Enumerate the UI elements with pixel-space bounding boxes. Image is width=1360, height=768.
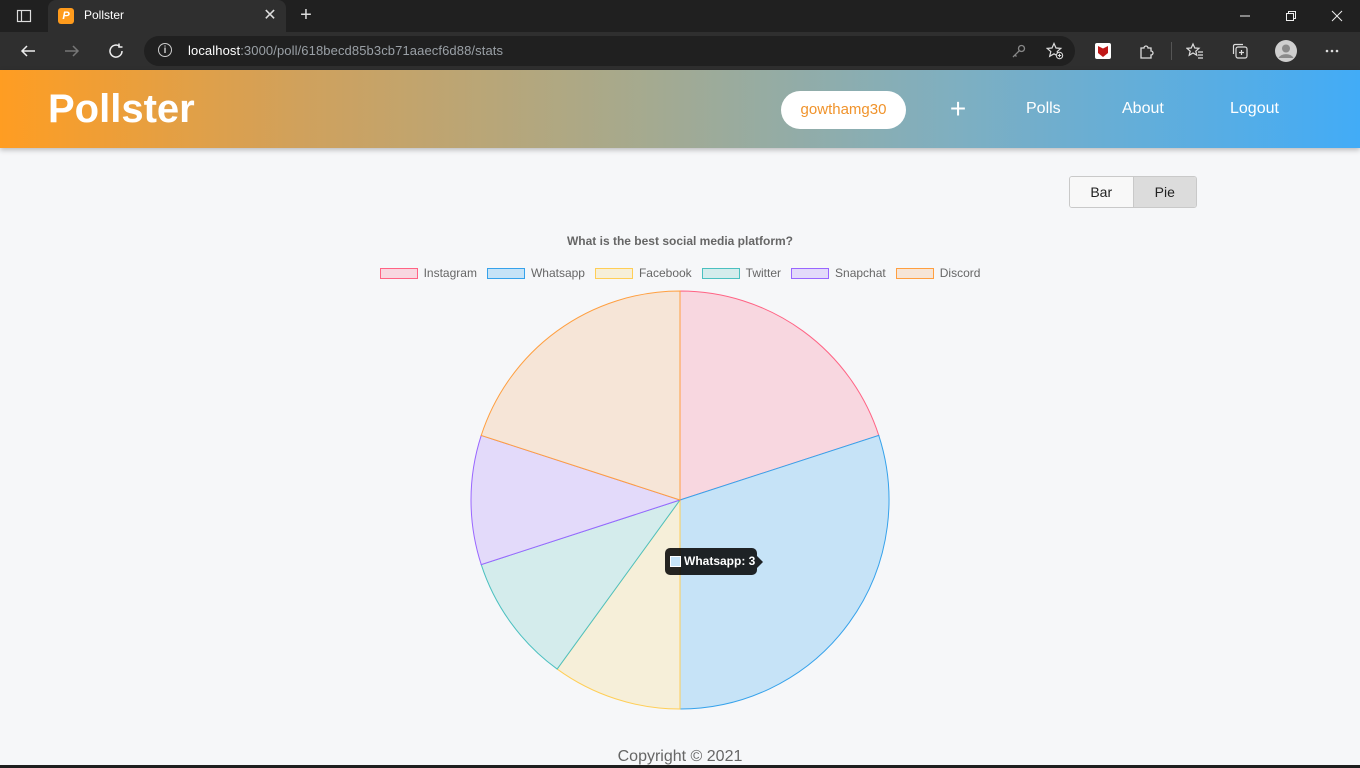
legend-item-discord[interactable]: Discord	[895, 266, 981, 280]
tooltip-swatch	[670, 556, 681, 567]
tab-close-icon[interactable]: ✕	[260, 6, 280, 26]
add-favorite-icon[interactable]	[1045, 41, 1065, 61]
collections-icon[interactable]	[1228, 39, 1252, 63]
more-options-icon[interactable]	[1320, 39, 1344, 63]
pie-chart[interactable]	[460, 280, 900, 720]
bar-chart-button[interactable]: Bar	[1070, 177, 1134, 207]
restore-icon[interactable]	[1268, 0, 1314, 32]
chart-legend: Instagram Whatsapp Facebook Twitter Snapchat…	[0, 266, 1360, 280]
chart-tooltip: Whatsapp: 3	[665, 548, 763, 575]
legend-swatch	[791, 267, 830, 279]
user-profile-button[interactable]: gowthamg30	[781, 91, 906, 129]
legend-swatch	[594, 267, 633, 279]
legend-label: Snapchat	[835, 266, 886, 280]
app-header: Pollster gowthamg30 + Polls About Logout	[0, 70, 1360, 148]
legend-label: Facebook	[638, 266, 692, 280]
extensions-icon[interactable]	[1135, 39, 1159, 63]
legend-swatch	[486, 267, 525, 279]
nav-polls-link[interactable]: Polls	[1026, 100, 1061, 118]
tooltip-text: Whatsapp: 3	[684, 554, 756, 568]
close-window-icon[interactable]	[1314, 0, 1360, 32]
nav-logout-link[interactable]: Logout	[1230, 100, 1279, 118]
mcafee-extension-icon[interactable]	[1091, 39, 1115, 63]
back-icon[interactable]	[14, 37, 42, 65]
forward-icon[interactable]	[58, 37, 86, 65]
pollster-favicon-icon: P	[58, 8, 74, 24]
footer-copyright: Copyright © 2021	[617, 748, 743, 765]
key-icon[interactable]	[1009, 41, 1029, 61]
legend-item-instagram[interactable]: Instagram	[379, 266, 477, 280]
pie-chart-button[interactable]: Pie	[1133, 177, 1196, 207]
legend-label: Twitter	[745, 266, 782, 280]
refresh-icon[interactable]	[102, 37, 130, 65]
new-tab-icon[interactable]: +	[294, 4, 318, 28]
tab-title: Pollster	[84, 8, 125, 22]
legend-swatch	[701, 267, 740, 279]
tooltip-arrow	[757, 556, 763, 568]
address-bar[interactable]: i localhost:3000/poll/618becd85b3cb71aae…	[144, 36, 1075, 66]
legend-swatch	[379, 267, 418, 279]
tab-actions-icon[interactable]	[8, 4, 40, 28]
legend-item-facebook[interactable]: Facebook	[594, 266, 692, 280]
url-text[interactable]: localhost:3000/poll/618becd85b3cb71aaecf…	[188, 43, 503, 58]
minimize-icon[interactable]	[1222, 0, 1268, 32]
nav-about-link[interactable]: About	[1122, 100, 1164, 118]
chart-type-toggle: Bar Pie	[1069, 176, 1197, 208]
profile-avatar-icon[interactable]	[1274, 39, 1298, 63]
legend-label: Discord	[939, 266, 981, 280]
legend-label: Instagram	[423, 266, 477, 280]
favorites-icon[interactable]	[1183, 39, 1207, 63]
create-poll-plus-icon[interactable]: +	[944, 92, 972, 126]
browser-toolbar: i localhost:3000/poll/618becd85b3cb71aae…	[0, 32, 1360, 70]
legend-swatch	[895, 267, 934, 279]
browser-titlebar: P Pollster ✕ +	[0, 0, 1360, 32]
legend-label: Whatsapp	[530, 266, 585, 280]
brand-logo[interactable]: Pollster	[48, 87, 195, 132]
legend-item-twitter[interactable]: Twitter	[701, 266, 782, 280]
toolbar-divider	[1171, 42, 1172, 60]
legend-item-whatsapp[interactable]: Whatsapp	[486, 266, 585, 280]
legend-item-snapchat[interactable]: Snapchat	[791, 266, 886, 280]
chart-title: What is the best social media platform?	[566, 234, 794, 248]
site-info-icon[interactable]: i	[158, 43, 172, 57]
browser-tab[interactable]: P Pollster ✕	[48, 0, 286, 32]
